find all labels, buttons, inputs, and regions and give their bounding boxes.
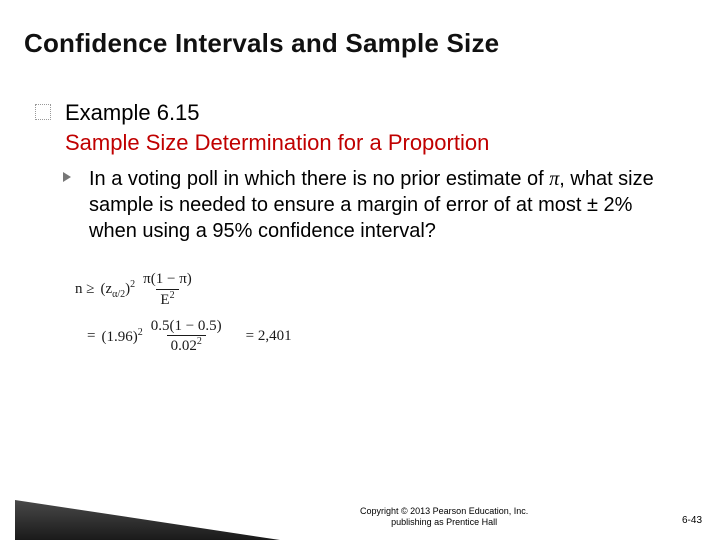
frac1-den: E2 xyxy=(156,289,178,309)
formula-lhs: n ≥ xyxy=(75,282,94,298)
page-title: Confidence Intervals and Sample Size xyxy=(24,28,499,59)
z-sub: α/2 xyxy=(112,289,125,300)
formula-zterm: (zα/2)2 xyxy=(100,280,135,301)
formula-eq: = xyxy=(87,329,95,345)
formula-row-1: n ≥ (zα/2)2 π(1 − π) E2 xyxy=(75,272,369,309)
formula-196: (1.96)2 xyxy=(101,328,142,346)
formula-box: n ≥ (zα/2)2 π(1 − π) E2 = (1.96)2 0.5(1 … xyxy=(69,266,379,363)
frac2-den-base: 0.02 xyxy=(171,338,197,354)
fraction-1: π(1 − π) E2 xyxy=(141,272,194,309)
wedge-light-icon xyxy=(27,490,397,540)
frac2-den-sup: 2 xyxy=(197,336,202,347)
pi-symbol: π xyxy=(549,168,559,190)
content-area: Example 6.15 Sample Size Determination f… xyxy=(65,100,680,363)
example-label: Example 6.15 xyxy=(65,100,680,126)
copyright-line1: Copyright © 2013 Pearson Education, Inc. xyxy=(360,506,528,516)
frac1-den-base: E xyxy=(160,292,169,308)
body-text: In a voting poll in which there is no pr… xyxy=(65,166,680,244)
example-subtitle: Sample Size Determination for a Proporti… xyxy=(65,130,680,156)
frac1-den-sup: 2 xyxy=(170,290,175,301)
z-sup: 2 xyxy=(130,279,135,290)
frac2-num: 0.5(1 − 0.5) xyxy=(149,319,224,336)
frac1-num: π(1 − π) xyxy=(141,272,194,289)
num-value: (1.96) xyxy=(101,329,137,345)
page-number: 6-43 xyxy=(682,515,702,526)
copyright-line2: publishing as Prentice Hall xyxy=(360,517,528,527)
fraction-2: 0.5(1 − 0.5) 0.022 xyxy=(149,319,224,356)
z-base: (z xyxy=(100,281,112,297)
formula-result: = 2,401 xyxy=(246,329,292,345)
slide: Confidence Intervals and Sample Size Exa… xyxy=(0,0,720,540)
num-value-sup: 2 xyxy=(138,327,143,338)
wedge-dark-icon xyxy=(15,500,280,540)
copyright: Copyright © 2013 Pearson Education, Inc.… xyxy=(360,506,528,527)
body-pre: In a voting poll in which there is no pr… xyxy=(89,168,549,190)
frac2-den: 0.022 xyxy=(167,335,206,355)
bullet-marker-icon xyxy=(63,172,71,182)
formula-row-2: = (1.96)2 0.5(1 − 0.5) 0.022 = 2,401 xyxy=(75,319,369,356)
